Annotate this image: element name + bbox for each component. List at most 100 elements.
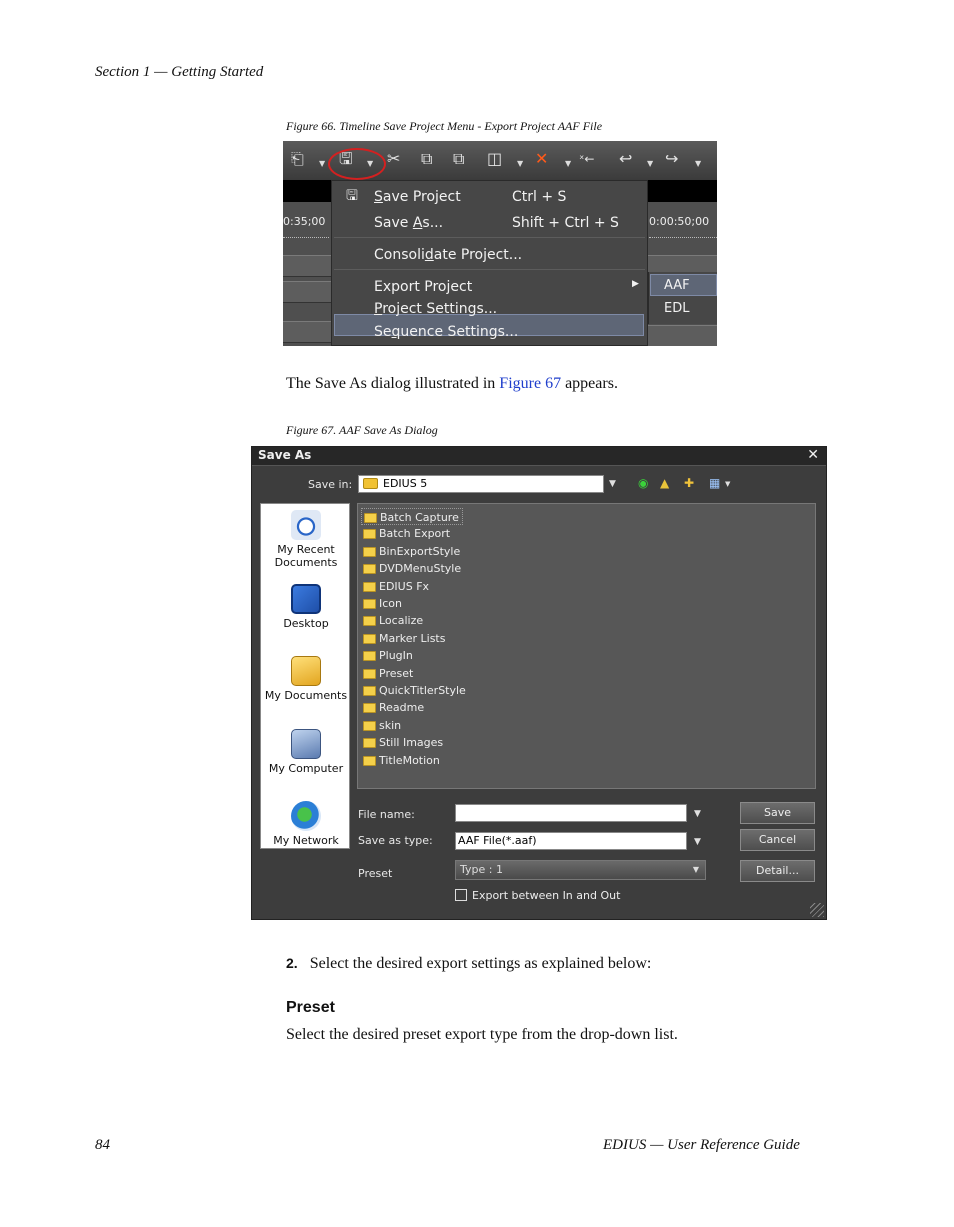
- place-my-computer[interactable]: My Computer: [261, 729, 351, 775]
- file-item-label: Localize: [379, 614, 424, 628]
- export-between-label: Export between In and Out: [472, 889, 621, 902]
- file-list-item[interactable]: skin: [361, 717, 401, 734]
- file-item-label: Batch Capture: [380, 511, 459, 524]
- open-project-icon[interactable]: ⎗: [291, 151, 304, 167]
- delete-icon[interactable]: ✕: [535, 151, 548, 167]
- footer-title: EDIUS — User Reference Guide: [603, 1137, 800, 1153]
- folder-icon: [363, 755, 376, 766]
- view-menu-icon[interactable]: ▦: [709, 476, 720, 490]
- undo-icon[interactable]: ↩: [619, 151, 632, 167]
- file-list-item[interactable]: Preset: [361, 665, 413, 682]
- file-list-item[interactable]: BinExportStyle: [361, 543, 460, 560]
- preset-combo[interactable]: Type : 1 ▼: [455, 860, 706, 880]
- save-button[interactable]: Save: [740, 802, 815, 824]
- export-submenu: AAF EDL: [648, 272, 717, 324]
- folder-icon: [363, 651, 376, 662]
- step-2: 2. Select the desired export settings as …: [286, 955, 651, 973]
- folder-icon: [363, 633, 376, 644]
- file-list-item[interactable]: EDIUS Fx: [361, 578, 429, 595]
- back-icon[interactable]: ◉: [638, 476, 648, 490]
- save-as-type-label: Save as type:: [358, 834, 433, 847]
- place-my-network[interactable]: My Network: [261, 801, 351, 847]
- file-name-input[interactable]: [455, 804, 687, 822]
- file-item-label: QuickTitlerStyle: [379, 684, 466, 697]
- file-list-item[interactable]: Localize: [361, 612, 423, 629]
- menu-item-export-project[interactable]: Export Project: [374, 277, 472, 297]
- file-list-item[interactable]: Batch Capture: [361, 508, 463, 525]
- save-in-combo[interactable]: EDIUS 5: [358, 475, 604, 493]
- menu-item-consolidate-project[interactable]: Consolidate Project...: [374, 245, 522, 265]
- file-list[interactable]: Batch Capture Batch Export BinExportStyle D…: [357, 503, 816, 789]
- recent-documents-icon: [291, 510, 321, 540]
- chevron-down-icon[interactable]: ▼: [647, 159, 653, 168]
- chevron-down-icon[interactable]: ▼: [517, 159, 523, 168]
- paste-icon[interactable]: ⧉: [453, 151, 464, 167]
- ripple-delete-icon[interactable]: ˣ←: [579, 151, 594, 167]
- file-list-item[interactable]: QuickTitlerStyle: [361, 682, 466, 699]
- close-icon[interactable]: ✕: [807, 447, 819, 463]
- file-list-item[interactable]: Readme: [361, 699, 424, 716]
- file-item-label: Readme: [379, 701, 425, 715]
- save-in-value: EDIUS 5: [383, 477, 428, 490]
- chevron-down-icon[interactable]: ▼: [694, 837, 701, 847]
- menu-item-save-project[interactable]: Save Project: [374, 187, 461, 207]
- folder-icon: [363, 529, 376, 540]
- file-list-item[interactable]: Marker Lists: [361, 630, 445, 647]
- figure-67-link[interactable]: Figure 67: [499, 375, 561, 392]
- folder-icon: [363, 686, 376, 696]
- resize-grip-icon[interactable]: [810, 903, 824, 917]
- time-ruler: [283, 230, 329, 238]
- file-list-item[interactable]: Still Images: [361, 734, 443, 751]
- chevron-down-icon[interactable]: ▼: [609, 479, 616, 489]
- body-text: The Save As dialog illustrated in Figure…: [286, 375, 618, 392]
- desktop-icon: [291, 584, 321, 614]
- menu-item-project-settings[interactable]: Project Settings...: [374, 299, 497, 319]
- chevron-down-icon[interactable]: ▼: [319, 159, 325, 168]
- figure-66-caption: Figure 66. Timeline Save Project Menu - …: [286, 119, 603, 133]
- timecode-right: 0:00:50;00: [649, 215, 710, 228]
- preset-heading: Preset: [286, 999, 335, 1016]
- up-folder-icon[interactable]: ▲: [660, 476, 669, 490]
- folder-icon: [364, 513, 377, 523]
- save-as-dialog: Save As ✕ Save in: EDIUS 5 ▼ ◉ ▲ ✚ ▦ ▼ M…: [251, 446, 827, 920]
- menu-item-save-as[interactable]: Save As...: [374, 213, 443, 233]
- menu-item-sequence-settings[interactable]: Sequence Settings...: [374, 322, 518, 342]
- chevron-down-icon[interactable]: ▼: [725, 480, 730, 488]
- menu-separator: [334, 237, 645, 238]
- file-item-label: TitleMotion: [379, 753, 440, 767]
- section-header: Section 1 — Getting Started: [95, 64, 264, 80]
- cut-icon[interactable]: ✂: [387, 151, 400, 167]
- cancel-button[interactable]: Cancel: [740, 829, 815, 851]
- submenu-item-aaf[interactable]: AAF: [664, 276, 690, 296]
- file-list-item[interactable]: DVDMenuStyle: [361, 560, 461, 577]
- figure-66-screenshot: ⎗ ▼ 🖫 ▼ ✂ ⧉ ⧉ ◫ ▼ ✕ ▼ ˣ← ↩ ▼ ↪ ▼ 0:35;00…: [283, 141, 717, 346]
- folder-icon: [363, 668, 376, 679]
- chevron-down-icon[interactable]: ▼: [694, 809, 701, 819]
- file-list-item[interactable]: PlugIn: [361, 647, 413, 664]
- submenu-item-edl[interactable]: EDL: [664, 299, 689, 319]
- time-ruler: [649, 230, 717, 238]
- folder-icon: [363, 703, 376, 714]
- folder-icon: [363, 478, 378, 489]
- folder-icon: [363, 720, 376, 731]
- chevron-down-icon[interactable]: ▼: [565, 159, 571, 168]
- copy-icon[interactable]: ⧉: [421, 151, 432, 167]
- chevron-down-icon[interactable]: ▼: [695, 159, 701, 168]
- file-list-item[interactable]: Batch Export: [361, 525, 450, 542]
- shortcut-save-project: Ctrl + S: [512, 189, 567, 205]
- split-icon[interactable]: ◫: [487, 151, 502, 167]
- shortcut-save-as: Shift + Ctrl + S: [512, 215, 619, 231]
- file-item-label: BinExportStyle: [379, 544, 461, 558]
- place-desktop[interactable]: Desktop: [261, 584, 351, 630]
- detail-button[interactable]: Detail...: [740, 860, 815, 882]
- save-as-type-combo[interactable]: AAF File(*.aaf): [455, 832, 687, 850]
- export-between-checkbox[interactable]: [455, 889, 467, 901]
- place-my-documents[interactable]: My Documents: [261, 656, 351, 702]
- places-bar: My Recent Documents Desktop My Documents…: [260, 503, 350, 849]
- file-list-item[interactable]: TitleMotion: [361, 752, 440, 769]
- redo-icon[interactable]: ↪: [665, 151, 678, 167]
- chevron-down-icon: ▼: [692, 865, 699, 874]
- new-folder-icon[interactable]: ✚: [684, 476, 694, 490]
- file-list-item[interactable]: Icon: [361, 595, 402, 612]
- place-my-recent-documents[interactable]: My Recent Documents: [261, 510, 351, 569]
